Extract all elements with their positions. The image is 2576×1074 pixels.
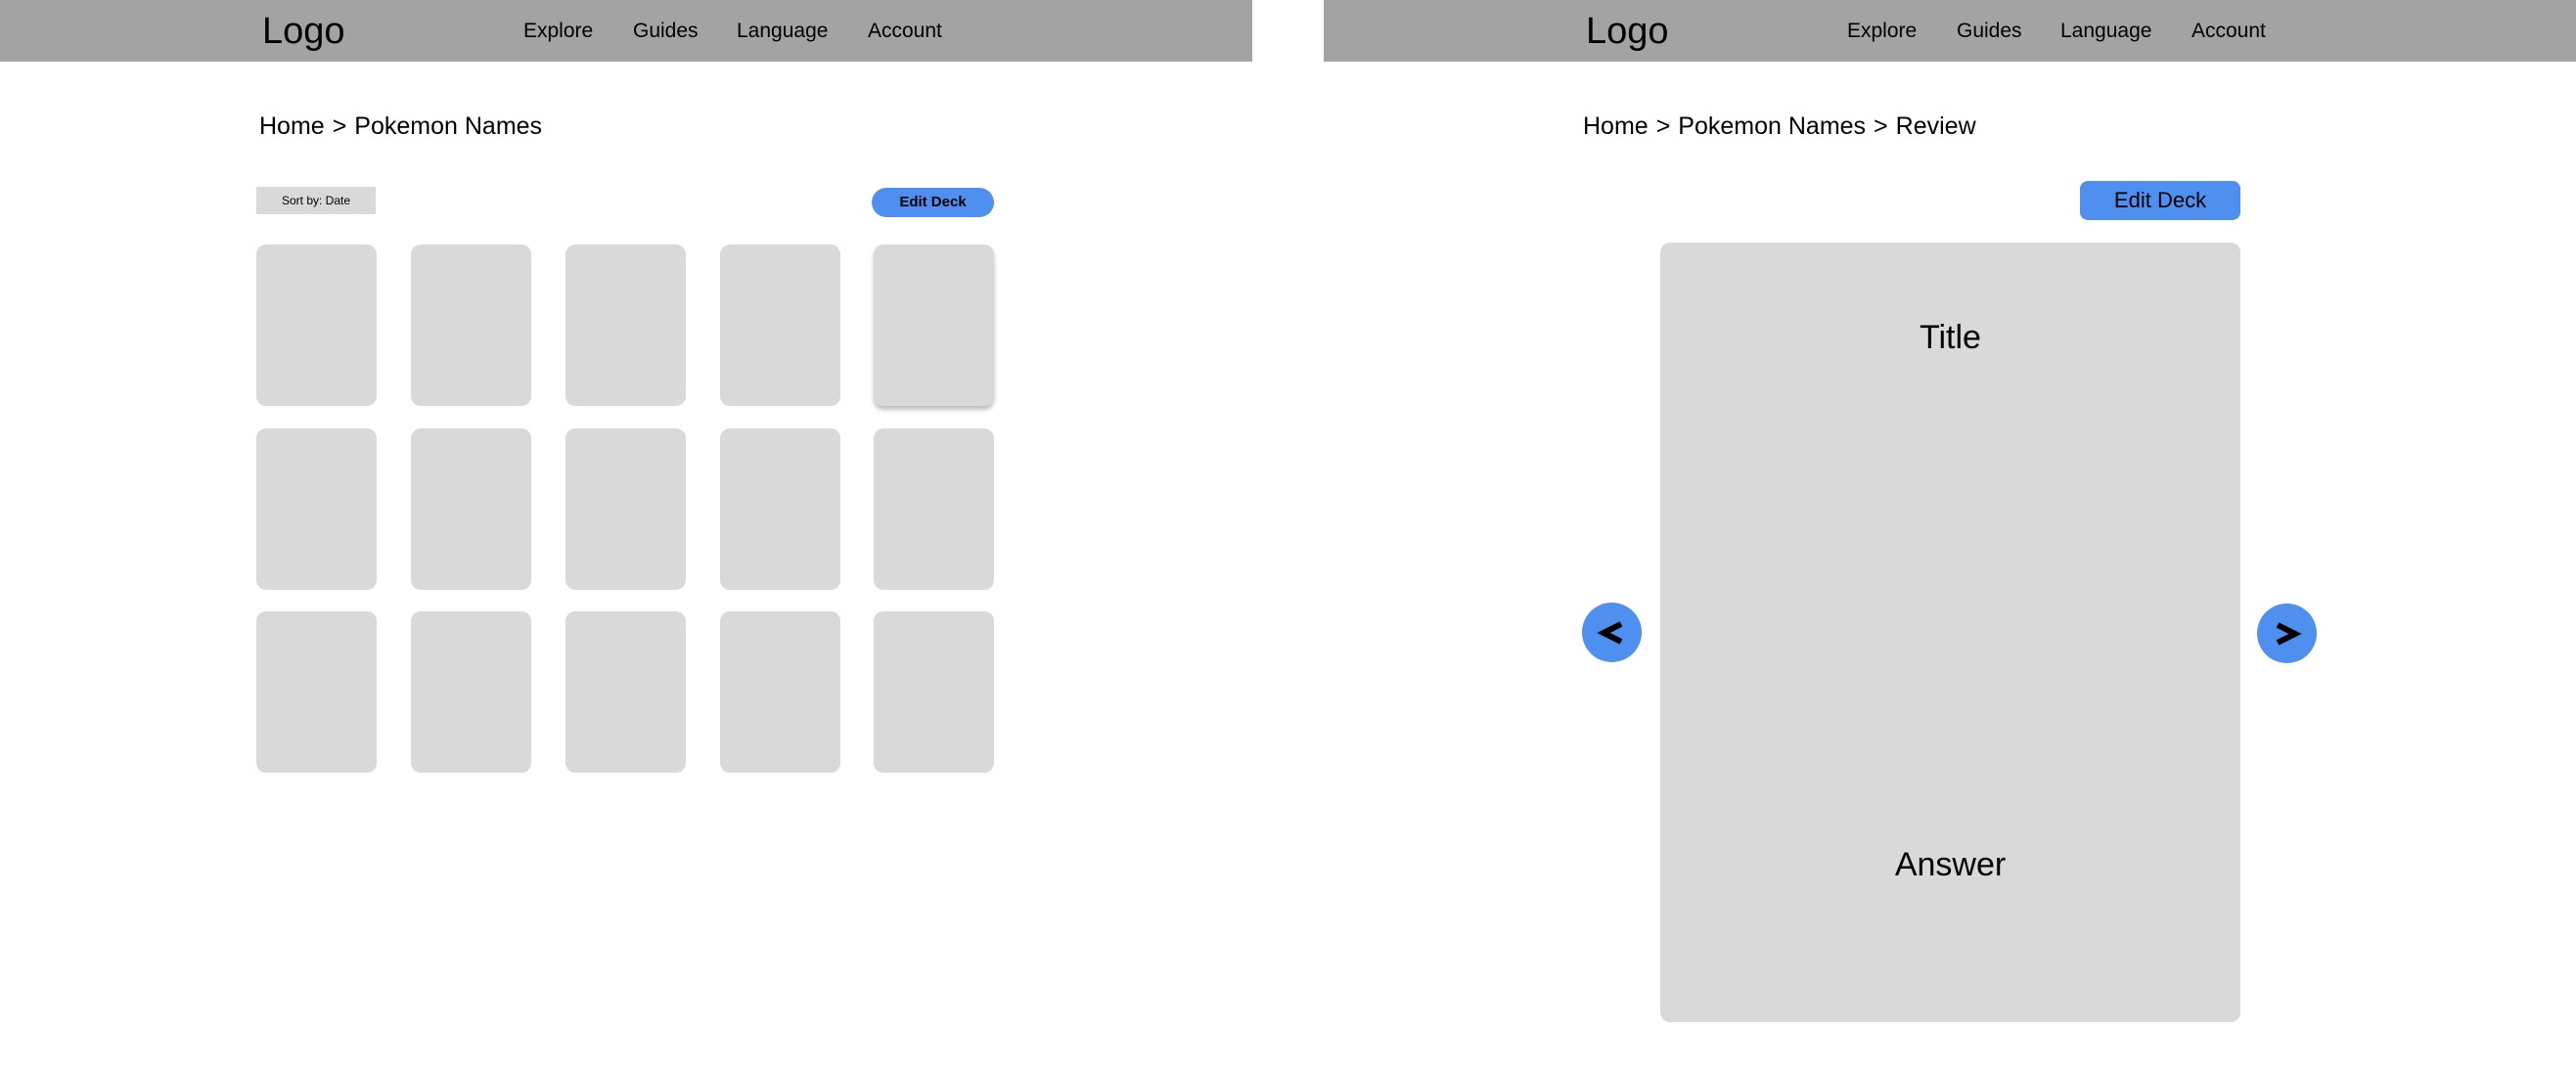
card-tile[interactable] xyxy=(256,611,377,773)
logo[interactable]: Logo xyxy=(1586,9,1669,54)
breadcrumb-review: Review xyxy=(1895,112,1976,140)
logo[interactable]: Logo xyxy=(262,9,345,54)
card-tile[interactable] xyxy=(256,428,377,590)
nav-account[interactable]: Account xyxy=(2192,19,2266,44)
next-card-button[interactable] xyxy=(2257,604,2317,663)
card-tile[interactable] xyxy=(256,245,377,406)
card-tile[interactable] xyxy=(565,611,686,773)
nav-guides[interactable]: Guides xyxy=(1957,19,2022,44)
edit-deck-button[interactable]: Edit Deck xyxy=(2080,181,2240,220)
card-tile[interactable] xyxy=(720,611,840,773)
card-tile[interactable] xyxy=(720,245,840,406)
breadcrumb-separator: > xyxy=(1655,112,1671,140)
flashcard[interactable]: Title Answer xyxy=(1660,243,2240,1022)
card-tile[interactable] xyxy=(874,245,994,406)
deck-overview-screen: Logo Explore Guides Language Account Hom… xyxy=(0,0,1252,1074)
previous-card-button[interactable] xyxy=(1582,603,1642,662)
card-tile[interactable] xyxy=(411,428,531,590)
card-tile[interactable] xyxy=(411,245,531,406)
breadcrumb-separator: > xyxy=(1874,112,1888,140)
card-tile[interactable] xyxy=(874,611,994,773)
nav-explore[interactable]: Explore xyxy=(1847,19,1917,44)
card-tile[interactable] xyxy=(720,428,840,590)
review-screen: Logo Explore Guides Language Account Hom… xyxy=(1324,0,2576,1074)
nav-language[interactable]: Language xyxy=(2060,19,2151,44)
breadcrumb-home[interactable]: Home xyxy=(259,112,325,140)
sort-dropdown[interactable]: Sort by: Date xyxy=(256,187,376,214)
breadcrumb-separator: > xyxy=(332,112,347,140)
nav-language[interactable]: Language xyxy=(737,19,828,44)
top-nav-bar: Logo Explore Guides Language Account xyxy=(1324,0,2576,62)
breadcrumb-deck[interactable]: Pokemon Names xyxy=(354,112,542,140)
flashcard-answer: Answer xyxy=(1894,846,2007,883)
breadcrumb-deck[interactable]: Pokemon Names xyxy=(1678,112,1866,140)
card-tile[interactable] xyxy=(411,611,531,773)
card-tile[interactable] xyxy=(874,428,994,590)
breadcrumb-home[interactable]: Home xyxy=(1583,112,1649,140)
edit-deck-button[interactable]: Edit Deck xyxy=(872,188,994,217)
breadcrumb: Home > Pokemon Names > Review xyxy=(1583,111,1976,142)
chevron-left-icon xyxy=(1597,621,1623,645)
card-tile[interactable] xyxy=(565,428,686,590)
nav-account[interactable]: Account xyxy=(868,19,942,44)
nav-guides[interactable]: Guides xyxy=(633,19,699,44)
flashcard-title: Title xyxy=(1920,319,1981,356)
top-nav-bar: Logo Explore Guides Language Account xyxy=(0,0,1252,62)
nav-explore[interactable]: Explore xyxy=(523,19,593,44)
chevron-right-icon xyxy=(2276,622,2302,646)
breadcrumb: Home > Pokemon Names xyxy=(259,111,542,142)
card-tile[interactable] xyxy=(565,245,686,406)
